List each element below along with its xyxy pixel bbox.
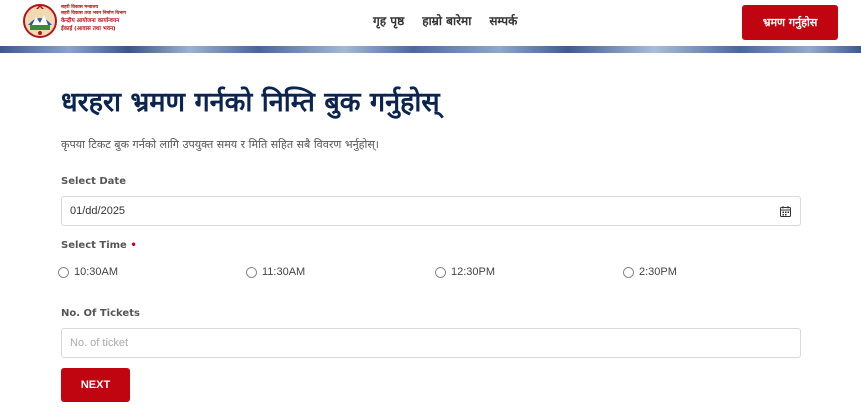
radio-icon[interactable] (435, 266, 446, 278)
select-time-label: Select Time • (61, 240, 137, 251)
time-option-1130am[interactable]: 11:30AM (246, 266, 305, 278)
time-option-label: 11:30AM (262, 266, 306, 278)
main-nav: गृह पृष्ठ हाम्रो बारेमा सम्पर्क (373, 12, 517, 29)
tickets-input[interactable]: No. of ticket (61, 328, 801, 358)
logo-line-4: ईकाई (आवास तथा भवन) (61, 26, 116, 33)
nepal-emblem-icon (23, 4, 57, 38)
page-subtitle: कृपया टिकट बुक गर्नको लागि उपयुक्त समय र… (61, 138, 379, 151)
next-button[interactable]: NEXT (61, 368, 130, 402)
nav-link-home[interactable]: गृह पृष्ठ (373, 12, 404, 29)
select-date-label: Select Date (61, 176, 126, 187)
site-header: सहरी विकास मन्त्रालय सहरी विकास तथा भवन … (0, 0, 861, 46)
nav-link-contact[interactable]: सम्पर्क (489, 12, 517, 29)
date-input-value: 01/dd/2025 (70, 205, 126, 217)
time-option-label: 2:30PM (639, 266, 677, 278)
radio-icon[interactable] (246, 266, 257, 278)
time-option-label: 12:30PM (451, 266, 496, 278)
site-logo[interactable]: सहरी विकास मन्त्रालय सहरी विकास तथा भवन … (22, 3, 142, 41)
banner-image-strip (0, 46, 861, 53)
select-time-label-text: Select Time (61, 240, 127, 251)
time-option-230pm[interactable]: 2:30PM (623, 266, 677, 278)
radio-icon[interactable] (58, 266, 69, 278)
date-input[interactable]: 01/dd/2025 (61, 196, 801, 226)
tickets-label: No. Of Tickets (61, 308, 140, 319)
time-option-1030am[interactable]: 10:30AM (58, 266, 118, 278)
time-option-label: 10:30AM (74, 266, 119, 278)
required-mark: • (130, 240, 137, 251)
page-title: धरहरा भ्रमण गर्नको निम्ति बुक गर्नुहोस् (61, 87, 440, 118)
time-option-1230pm[interactable]: 12:30PM (435, 266, 495, 278)
nav-link-about[interactable]: हाम्रो बारेमा (422, 12, 471, 29)
tickets-input-placeholder: No. of ticket (70, 337, 129, 349)
logo-line-3: केन्द्रीय आयोजना कार्यान्वयन (61, 18, 120, 25)
calendar-icon[interactable] (780, 206, 791, 217)
radio-icon[interactable] (623, 266, 634, 278)
book-visit-button[interactable]: भ्रमण गर्नुहोस (742, 5, 838, 40)
